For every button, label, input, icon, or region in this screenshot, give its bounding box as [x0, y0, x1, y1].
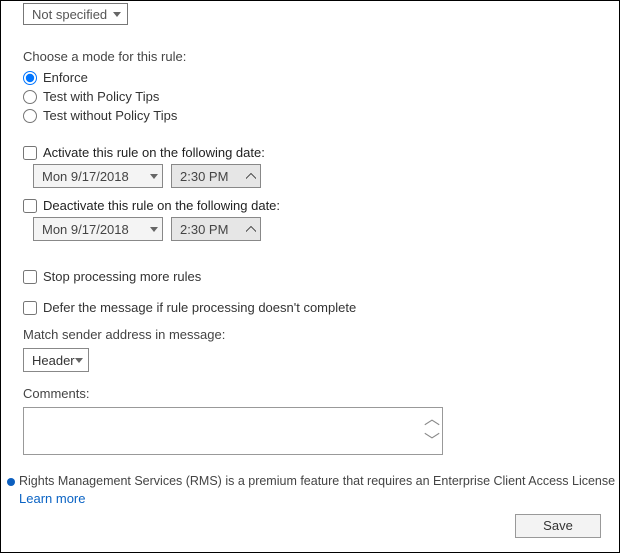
mode-option-enforce[interactable]: Enforce	[23, 70, 597, 85]
deactivate-time-value: 2:30 PM	[180, 222, 228, 237]
match-sender-value: Header	[32, 353, 75, 368]
match-sender-label: Match sender address in message:	[23, 327, 597, 342]
defer-label: Defer the message if rule processing doe…	[43, 300, 356, 315]
dialog-frame: Not specified Choose a mode for this rul…	[0, 0, 620, 553]
activate-date-row: Mon 9/17/2018 2:30 PM	[33, 164, 597, 188]
chevron-down-icon	[246, 173, 256, 179]
scroll-up-icon[interactable]: ︿	[424, 412, 440, 428]
learn-more-link[interactable]: Learn more	[19, 491, 85, 506]
deactivate-date-combo[interactable]: Mon 9/17/2018	[33, 217, 163, 241]
activate-label: Activate this rule on the following date…	[43, 145, 265, 160]
mode-option-test-no-tips[interactable]: Test without Policy Tips	[23, 108, 597, 123]
activate-time-value: 2:30 PM	[180, 169, 228, 184]
deactivate-label: Deactivate this rule on the following da…	[43, 198, 280, 213]
stop-processing-row[interactable]: Stop processing more rules	[23, 269, 597, 284]
info-bullet-icon	[7, 478, 15, 486]
comments-label: Comments:	[23, 386, 597, 401]
save-button[interactable]: Save	[515, 514, 601, 538]
radio-enforce-label: Enforce	[43, 70, 88, 85]
deactivate-row[interactable]: Deactivate this rule on the following da…	[23, 198, 597, 213]
deactivate-time-combo[interactable]: 2:30 PM	[171, 217, 261, 241]
stop-processing-checkbox[interactable]	[23, 270, 37, 284]
stop-processing-label: Stop processing more rules	[43, 269, 201, 284]
dialog-content: Not specified Choose a mode for this rul…	[1, 1, 619, 455]
caret-down-icon	[150, 227, 158, 232]
caret-down-icon	[75, 358, 83, 363]
comments-scrollbar[interactable]: ︿ ﹀	[422, 408, 442, 454]
radio-test-tips[interactable]	[23, 90, 37, 104]
activate-row[interactable]: Activate this rule on the following date…	[23, 145, 597, 160]
radio-test-no-tips-label: Test without Policy Tips	[43, 108, 177, 123]
activate-checkbox[interactable]	[23, 146, 37, 160]
activate-time-combo[interactable]: 2:30 PM	[171, 164, 261, 188]
chevron-down-icon	[246, 226, 256, 232]
radio-test-no-tips[interactable]	[23, 109, 37, 123]
match-sender-select[interactable]: Header	[23, 348, 89, 372]
caret-down-icon	[113, 12, 121, 17]
activate-date-value: Mon 9/17/2018	[42, 169, 129, 184]
radio-enforce[interactable]	[23, 71, 37, 85]
caret-down-icon	[150, 174, 158, 179]
defer-checkbox[interactable]	[23, 301, 37, 315]
comments-box: ︿ ﹀	[23, 407, 443, 455]
defer-row[interactable]: Defer the message if rule processing doe…	[23, 300, 597, 315]
rms-notice-text: Rights Management Services (RMS) is a pr…	[19, 474, 619, 488]
mode-option-test-tips[interactable]: Test with Policy Tips	[23, 89, 597, 104]
scroll-down-icon[interactable]: ﹀	[424, 434, 440, 450]
deactivate-date-value: Mon 9/17/2018	[42, 222, 129, 237]
severity-select[interactable]: Not specified	[23, 3, 128, 25]
deactivate-date-row: Mon 9/17/2018 2:30 PM	[33, 217, 597, 241]
rms-notice-row: Rights Management Services (RMS) is a pr…	[7, 474, 619, 488]
activate-date-combo[interactable]: Mon 9/17/2018	[33, 164, 163, 188]
deactivate-checkbox[interactable]	[23, 199, 37, 213]
radio-test-tips-label: Test with Policy Tips	[43, 89, 159, 104]
comments-textarea[interactable]	[24, 408, 422, 454]
mode-label: Choose a mode for this rule:	[23, 49, 597, 64]
severity-select-value: Not specified	[32, 7, 107, 22]
